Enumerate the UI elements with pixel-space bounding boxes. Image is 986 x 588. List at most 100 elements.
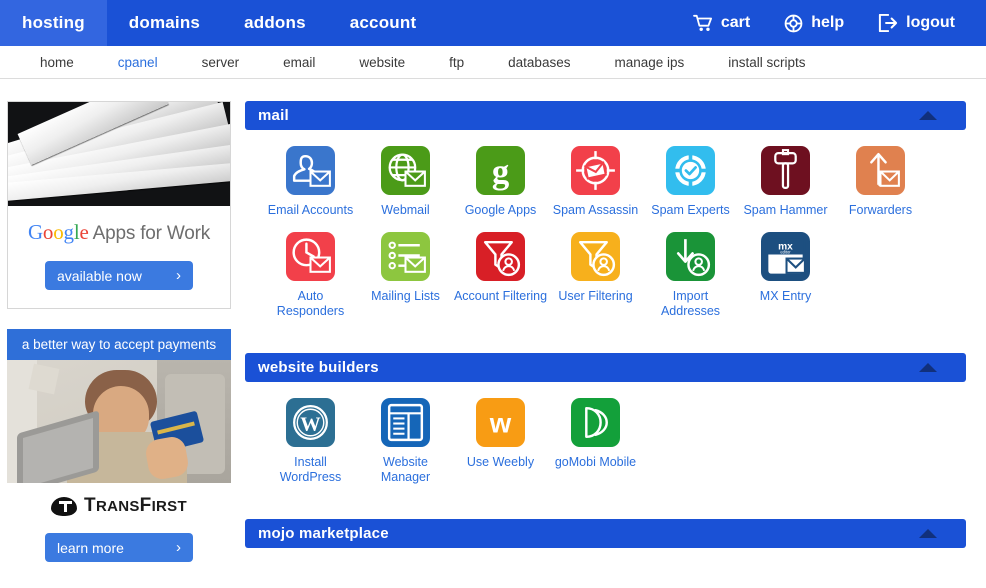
mx-editor-icon: mx editor [761,232,810,281]
arrow-up-envelope-icon [856,146,905,195]
tile-webmail[interactable]: Webmail [358,146,453,218]
triangle-up-icon [919,529,937,538]
tile-label: Use Weebly [466,455,535,469]
collapse-button-website-builders[interactable] [900,354,956,381]
top-nav-item-account[interactable]: account [328,0,439,46]
panel-title-mojo-marketplace: mojo marketplace [258,525,389,542]
top-nav-help-button[interactable]: help [767,0,861,46]
top-nav-item-addons[interactable]: addons [222,0,328,46]
top-nav-cart-button[interactable]: cart [676,0,767,46]
google-apps-ad-cta-button[interactable]: available now › [45,261,193,290]
transfirst-ad-banner: a better way to accept payments [7,329,231,360]
download-user-icon [666,232,715,281]
gomobi-icon [571,398,620,447]
tile-mailing-lists[interactable]: Mailing Lists [358,232,453,319]
panel-website-builders: website builders W Install WordPress Websit… [245,353,966,501]
panel-header-website-builders: website builders [245,353,966,382]
logout-icon [878,14,898,32]
icon-grid-mail: Email Accounts Webmail g Google Apps Spam As… [245,130,966,335]
svg-text:editor: editor [780,249,791,254]
collapse-button-mojo-marketplace[interactable] [900,520,956,547]
tile-label: Auto Responders [276,289,345,318]
tile-label: Google Apps [464,203,537,217]
hammer-icon [761,146,810,195]
page-body: Google Apps for Work available now › a b… [0,79,986,588]
tile-mx-entry[interactable]: mx editor MX Entry [738,232,833,319]
sub-nav-item-email[interactable]: email [261,55,337,70]
chevron-right-icon: › [176,267,181,284]
top-nav-actions: cart help logout [676,0,986,46]
wordpress-icon: W [286,398,335,447]
funnel-user-icon [476,232,525,281]
funnel-user-icon [571,232,620,281]
lifebuoy-icon [784,14,803,33]
sub-nav-item-home[interactable]: home [18,55,96,70]
top-nav-item-domains[interactable]: domains [107,0,222,46]
tile-label: Account Filtering [453,289,548,303]
cart-icon [692,14,713,32]
target-check-icon [666,146,715,195]
tile-spam-experts[interactable]: Spam Experts [643,146,738,218]
google-apps-ad-cta-label: available now [57,267,142,284]
transfirst-logo-t: T [84,495,96,516]
tile-label: goMobi Mobile [554,455,637,469]
weebly-w-icon: w [476,398,525,447]
tile-label: User Filtering [558,289,633,303]
transfirst-ad-cta-button[interactable]: learn more › [45,533,193,562]
triangle-up-icon [919,363,937,372]
panel-header-mail: mail [245,101,966,130]
primary-nav-items: hosting domains addons account [0,0,438,46]
sub-nav-item-manage-ips[interactable]: manage ips [592,55,706,70]
panel-mojo-marketplace: mojo marketplace [245,519,966,548]
top-nav-help-label: help [811,14,845,31]
tile-install-wordpress[interactable]: W Install WordPress [263,398,358,485]
sub-nav-item-cpanel[interactable]: cpanel [96,55,180,70]
panel-header-mojo-marketplace: mojo marketplace [245,519,966,548]
tile-user-filtering[interactable]: User Filtering [548,232,643,319]
svg-text:g: g [492,152,509,191]
sub-nav-item-install-scripts[interactable]: install scripts [706,55,827,70]
sub-nav-item-website[interactable]: website [337,55,427,70]
tile-google-apps[interactable]: g Google Apps [453,146,548,218]
tile-forwarders[interactable]: Forwarders [833,146,928,218]
transfirst-ad[interactable]: a better way to accept payments TRANSFIR… [7,329,231,578]
globe-envelope-icon [381,146,430,195]
target-envelope-icon [571,146,620,195]
google-apps-ad-title: Google Apps for Work [27,220,211,244]
transfirst-logo-rans: RANS [95,498,140,515]
tile-label: Install WordPress [279,455,342,484]
tile-label: Spam Assassin [552,203,639,217]
sub-nav-item-databases[interactable]: databases [486,55,592,70]
collapse-button-mail[interactable] [900,102,956,129]
triangle-up-icon [919,111,937,120]
tile-website-manager[interactable]: Website Manager [358,398,453,485]
tile-import-addresses[interactable]: Import Addresses [643,232,738,319]
tile-account-filtering[interactable]: Account Filtering [453,232,548,319]
panel-title-mail: mail [258,107,289,124]
secondary-navigation-bar: home cpanel server email website ftp databases… [0,46,986,79]
tile-spam-hammer[interactable]: Spam Hammer [738,146,833,218]
transfirst-logo-irst: IRST [151,498,187,515]
sub-nav-item-server[interactable]: server [180,55,262,70]
top-nav-logout-button[interactable]: logout [861,0,972,46]
tile-email-accounts[interactable]: Email Accounts [263,146,358,218]
tile-auto-responders[interactable]: Auto Responders [263,232,358,319]
tile-use-weebly[interactable]: w Use Weebly [453,398,548,485]
top-nav-item-hosting[interactable]: hosting [0,0,107,46]
google-apps-ad-body: Google Apps for Work available now › [8,206,230,308]
tile-label: Import Addresses [660,289,721,318]
user-envelope-icon [286,146,335,195]
list-envelope-icon [381,232,430,281]
tile-label: Mailing Lists [371,289,440,303]
tile-label: Website Manager [380,455,431,484]
tile-gomobi-mobile[interactable]: goMobi Mobile [548,398,643,485]
tile-label: Email Accounts [267,203,354,217]
tile-spam-assassin[interactable]: Spam Assassin [548,146,643,218]
google-apps-ad-image [8,102,230,206]
transfirst-ad-body: TRANSFIRST learn more › [7,483,231,578]
sub-nav-item-ftp[interactable]: ftp [427,55,486,70]
transfirst-ad-image [7,360,231,483]
icon-grid-website-builders: W Install WordPress Website Manager w Use We… [245,382,966,501]
main-content: mail Email Accounts Webmail g Google Apps Spa… [245,101,966,566]
google-apps-ad[interactable]: Google Apps for Work available now › [7,101,231,309]
